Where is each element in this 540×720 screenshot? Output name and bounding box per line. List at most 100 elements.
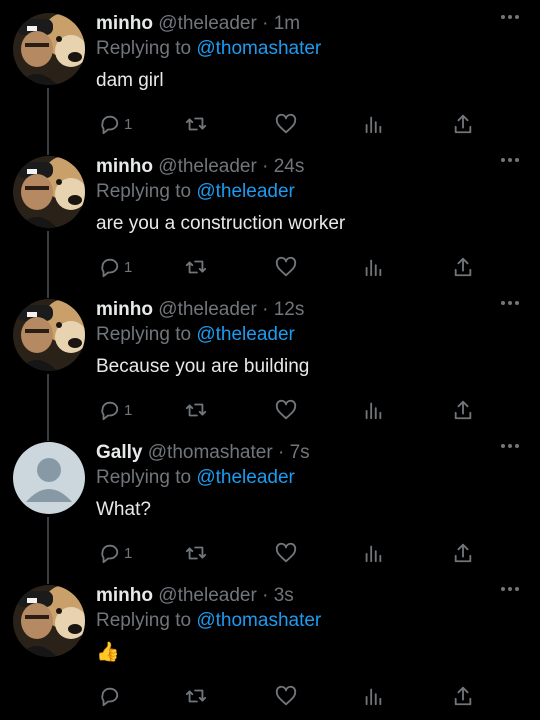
replying-to-handle[interactable]: @theleader xyxy=(196,324,295,345)
separator-dot: · xyxy=(277,442,285,463)
avatar[interactable] xyxy=(13,585,85,657)
avatar[interactable] xyxy=(13,442,85,514)
reply-icon xyxy=(98,113,120,135)
tweet[interactable]: Gally @thomashater · 7s Replying to @the… xyxy=(0,429,540,584)
timestamp[interactable]: 12s xyxy=(274,299,305,320)
like-icon xyxy=(274,113,298,135)
separator-dot: · xyxy=(262,13,269,34)
share-button[interactable] xyxy=(452,541,474,565)
replying-to-handle[interactable]: @thomashater xyxy=(196,38,321,59)
reply-button[interactable] xyxy=(98,684,124,708)
more-icon[interactable] xyxy=(500,443,520,451)
views-icon xyxy=(362,542,384,564)
more-icon[interactable] xyxy=(500,300,520,308)
like-icon xyxy=(274,256,298,278)
replying-to: Replying to @theleader xyxy=(96,323,295,347)
like-button[interactable] xyxy=(274,541,298,565)
user-handle[interactable]: @theleader xyxy=(158,299,257,320)
replying-to-label: Replying to xyxy=(96,324,197,345)
tweet-header: minho @theleader · 24s xyxy=(96,155,304,179)
more-icon[interactable] xyxy=(500,586,520,594)
display-name[interactable]: Gally xyxy=(96,442,142,463)
tweet-text: dam girl xyxy=(96,70,164,91)
separator-dot: · xyxy=(262,585,269,606)
reply-count: 1 xyxy=(124,258,133,276)
user-handle[interactable]: @theleader xyxy=(158,156,257,177)
reply-count: 1 xyxy=(124,401,133,419)
reply-button[interactable]: 1 xyxy=(98,255,132,279)
more-icon[interactable] xyxy=(500,14,520,22)
like-button[interactable] xyxy=(274,398,298,422)
share-icon xyxy=(452,542,474,564)
timestamp[interactable]: 7s xyxy=(290,442,310,463)
avatar[interactable] xyxy=(13,156,85,228)
share-button[interactable] xyxy=(452,112,474,136)
retweet-button[interactable] xyxy=(184,684,208,708)
replying-to: Replying to @thomashater xyxy=(96,609,321,633)
reply-icon xyxy=(98,256,120,278)
like-button[interactable] xyxy=(274,112,298,136)
share-icon xyxy=(452,256,474,278)
like-icon xyxy=(274,399,298,421)
tweet-actions: 1 xyxy=(96,541,476,565)
share-icon xyxy=(452,399,474,421)
views-button[interactable] xyxy=(362,255,384,279)
timestamp[interactable]: 3s xyxy=(274,585,294,606)
user-handle[interactable]: @thomashater xyxy=(148,442,273,463)
replying-to-handle[interactable]: @theleader xyxy=(196,467,295,488)
views-icon xyxy=(362,685,384,707)
views-button[interactable] xyxy=(362,541,384,565)
retweet-button[interactable] xyxy=(184,541,208,565)
retweet-button[interactable] xyxy=(184,398,208,422)
retweet-icon xyxy=(184,399,208,421)
tweet[interactable]: minho @theleader · 3s Replying to @thoma… xyxy=(0,572,540,715)
more-icon[interactable] xyxy=(500,157,520,165)
tweet-text: What? xyxy=(96,499,151,520)
user-handle[interactable]: @theleader xyxy=(158,13,257,34)
display-name[interactable]: minho xyxy=(96,299,153,320)
tweet[interactable]: minho @theleader · 12s Replying to @thel… xyxy=(0,286,540,441)
share-icon xyxy=(452,685,474,707)
views-icon xyxy=(362,113,384,135)
reply-icon xyxy=(98,399,120,421)
reply-button[interactable]: 1 xyxy=(98,398,132,422)
retweet-icon xyxy=(184,685,208,707)
separator-dot: · xyxy=(262,299,269,320)
tweet-header: Gally @thomashater · 7s xyxy=(96,441,310,465)
views-icon xyxy=(362,256,384,278)
tweet-actions xyxy=(96,684,476,708)
share-button[interactable] xyxy=(452,255,474,279)
reply-icon xyxy=(98,685,120,707)
like-button[interactable] xyxy=(274,684,298,708)
replying-to-handle[interactable]: @thomashater xyxy=(196,610,321,631)
user-handle[interactable]: @theleader xyxy=(158,585,257,606)
display-name[interactable]: minho xyxy=(96,13,153,34)
share-button[interactable] xyxy=(452,684,474,708)
retweet-icon xyxy=(184,256,208,278)
replying-to-handle[interactable]: @theleader xyxy=(196,181,295,202)
views-button[interactable] xyxy=(362,684,384,708)
views-button[interactable] xyxy=(362,112,384,136)
replying-to-label: Replying to xyxy=(96,181,197,202)
share-button[interactable] xyxy=(452,398,474,422)
replying-to-label: Replying to xyxy=(96,467,197,488)
timestamp[interactable]: 24s xyxy=(274,156,305,177)
reply-button[interactable]: 1 xyxy=(98,541,132,565)
avatar[interactable] xyxy=(13,13,85,85)
display-name[interactable]: minho xyxy=(96,585,153,606)
retweet-button[interactable] xyxy=(184,255,208,279)
display-name[interactable]: minho xyxy=(96,156,153,177)
tweet-header: minho @theleader · 12s xyxy=(96,298,304,322)
reply-button[interactable]: 1 xyxy=(98,112,132,136)
timestamp[interactable]: 1m xyxy=(274,13,300,34)
separator-dot: · xyxy=(262,156,269,177)
tweet[interactable]: minho @theleader · 24s Replying to @thel… xyxy=(0,143,540,298)
like-button[interactable] xyxy=(274,255,298,279)
retweet-button[interactable] xyxy=(184,112,208,136)
views-button[interactable] xyxy=(362,398,384,422)
avatar[interactable] xyxy=(13,299,85,371)
replying-to: Replying to @thomashater xyxy=(96,37,321,61)
share-icon xyxy=(452,113,474,135)
tweet[interactable]: minho @theleader · 1m Replying to @thoma… xyxy=(0,0,540,155)
retweet-icon xyxy=(184,542,208,564)
